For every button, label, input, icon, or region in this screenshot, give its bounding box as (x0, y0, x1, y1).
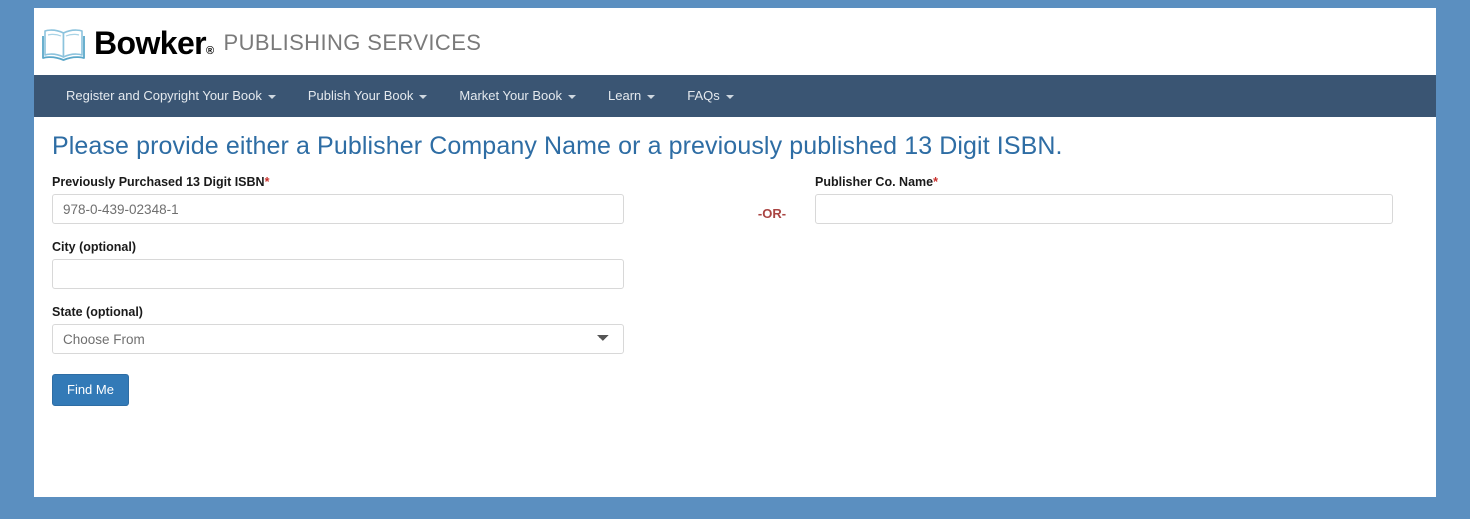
nav-item-label: FAQs (687, 88, 720, 103)
main-content: Please provide either a Publisher Compan… (34, 117, 1436, 406)
required-marker: * (264, 175, 270, 189)
chevron-down-icon (725, 95, 734, 99)
nav-item-publish-your-book[interactable]: Publish Your Book (292, 75, 444, 117)
nav-item-label: Learn (608, 88, 642, 103)
or-divider: -OR- (757, 206, 787, 221)
nav-item-market-your-book[interactable]: Market Your Book (443, 75, 592, 117)
find-me-button[interactable]: Find Me (52, 374, 129, 406)
nav-item-learn[interactable]: Learn (592, 75, 671, 117)
city-input[interactable] (52, 259, 624, 289)
city-label: City (optional) (52, 240, 137, 254)
form-column-right: Publisher Co. Name* (815, 175, 1395, 240)
form-column-left: Previously Purchased 13 Digit ISBN* City… (52, 175, 642, 406)
registered-mark-icon: ® (206, 45, 214, 57)
brand-wordmark: Bowker® (94, 25, 214, 61)
brand-tagline: PUBLISHING SERVICES (223, 30, 482, 55)
field-state: State (optional) Choose From (52, 305, 642, 354)
nav-item-register-and-copyright-your-book[interactable]: Register and Copyright Your Book (50, 75, 292, 117)
chevron-down-icon (267, 95, 276, 99)
page-card: Bowker® PUBLISHING SERVICES Register and… (34, 8, 1436, 497)
field-city: City (optional) (52, 240, 642, 289)
chevron-down-icon (647, 95, 656, 99)
main-navbar: Register and Copyright Your Book Publish… (34, 75, 1436, 117)
nav-item-faqs[interactable]: FAQs (671, 75, 750, 117)
publisher-name-label: Publisher Co. Name* (815, 175, 938, 189)
required-marker: * (933, 175, 938, 189)
publisher-name-input[interactable] (815, 194, 1393, 224)
nav-item-label: Publish Your Book (307, 88, 414, 103)
isbn-label: Previously Purchased 13 Digit ISBN* (52, 175, 270, 189)
field-publisher-name: Publisher Co. Name* (815, 175, 1395, 224)
brand-header: Bowker® PUBLISHING SERVICES (34, 8, 1436, 75)
nav-item-label: Market Your Book (459, 88, 563, 103)
page-title: Please provide either a Publisher Compan… (52, 132, 1063, 160)
field-isbn: Previously Purchased 13 Digit ISBN* (52, 175, 642, 224)
isbn-input[interactable] (52, 194, 624, 224)
state-label: State (optional) (52, 305, 143, 319)
open-book-icon (42, 29, 85, 61)
nav-item-label: Register and Copyright Your Book (66, 88, 262, 103)
brand-lockup[interactable]: Bowker® PUBLISHING SERVICES (42, 24, 481, 62)
chevron-down-icon (568, 95, 577, 99)
chevron-down-icon (419, 95, 428, 99)
state-select[interactable]: Choose From (52, 324, 624, 354)
